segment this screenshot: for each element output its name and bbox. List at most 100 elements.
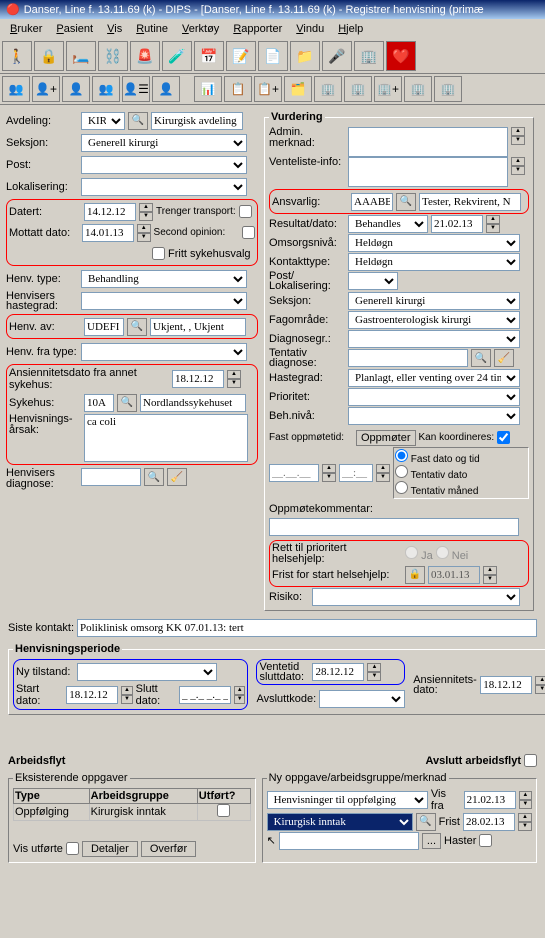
tb-lab-icon[interactable]: 🧪 [162,41,192,71]
sel-henvtype[interactable]: Behandling [81,270,247,288]
tb2-8[interactable]: 📋 [224,76,252,102]
tb2-6[interactable]: 👤 [152,76,180,102]
spin-mottatt[interactable]: ▲▼ [137,224,151,242]
inp-henvav[interactable] [84,318,124,336]
sel-henvis[interactable]: Henvisninger til oppfølging [267,791,428,809]
txt-henvav[interactable] [150,318,246,336]
btn-oppmoter[interactable]: Oppmøter [356,430,416,446]
inp-afrist[interactable] [463,813,515,831]
binoc-ansvarlig[interactable]: 🔍 [396,193,416,211]
binoc-henvav[interactable]: 🔍 [127,318,147,336]
chk-haster[interactable] [479,834,492,847]
sel-fratype[interactable] [81,343,247,361]
sel-prioritet[interactable] [348,388,520,406]
chk-trenger[interactable] [239,205,252,218]
tb2-4[interactable]: 👥 [92,76,120,102]
tb2-14[interactable]: 🏢 [404,76,432,102]
menu-vindu[interactable]: Vindu [290,21,330,37]
th3[interactable]: Utført? [197,789,250,804]
inp-diagnose[interactable] [81,468,141,486]
erase-tentdiag[interactable]: 🧹 [494,349,514,367]
binoc-tentdiag[interactable]: 🔍 [471,349,491,367]
txt-vent[interactable] [348,157,508,187]
tb2-15[interactable]: 🏢 [434,76,462,102]
inp-sykehus[interactable] [84,394,114,412]
tb2-11[interactable]: 🏢 [314,76,342,102]
sel-seksjon[interactable]: Generell kirurgi [81,134,247,152]
tb2-9[interactable]: 📋+ [254,76,282,102]
binoc-avdeling[interactable]: 🔍 [128,112,148,130]
tb2-7[interactable]: 📊 [194,76,222,102]
sel-risiko[interactable] [312,588,520,606]
spin-start[interactable]: ▲▼ [121,686,132,704]
sel-behniva[interactable] [348,407,520,425]
r1[interactable]: Fast dato og tid [395,449,527,465]
sel-avdeling[interactable]: KIR [81,112,125,130]
chk-fritt[interactable] [152,247,165,260]
sb-vent[interactable]: ▲▼ [511,157,525,175]
spin-fasttid[interactable]: ▲▼ [376,464,390,482]
inp-tentdiag[interactable] [348,349,468,367]
r-ja[interactable]: Ja [405,546,433,562]
sel-lok[interactable] [81,178,247,196]
txt-admin[interactable] [348,127,508,157]
binoc-kirinn[interactable]: 🔍 [416,813,436,831]
tb-flow-icon[interactable]: ⛓️ [98,41,128,71]
txt-arsak[interactable]: ca coli [84,414,248,462]
tb2-2[interactable]: 👤+ [32,76,60,102]
menu-rapporter[interactable]: Rapporter [227,21,288,37]
btn-more[interactable]: ... [422,833,441,849]
inp-mottatt[interactable] [82,224,134,242]
chk-kankoord[interactable] [497,431,510,444]
inp-ventetid[interactable] [312,663,364,681]
chk-avsl[interactable] [524,754,537,767]
spin-fastdato[interactable]: ▲▼ [322,464,336,482]
th1[interactable]: Type [14,789,90,804]
spin-ventetid[interactable]: ▲▼ [367,663,381,681]
txt-avdeling[interactable] [151,112,243,130]
chk-second[interactable] [242,226,255,239]
r2[interactable]: Tentativ dato [395,465,527,481]
menu-vis[interactable]: Vis [101,21,128,37]
btn-detaljer[interactable]: Detaljer [82,841,138,857]
inp-start[interactable] [66,686,118,704]
sel-post[interactable] [81,156,247,174]
tb-mic-icon[interactable]: 🎤 [322,41,352,71]
chk-visutf[interactable] [66,842,79,855]
tb-bed-icon[interactable]: 🛏️ [66,41,96,71]
sel-ny[interactable] [77,663,217,681]
menu-pasient[interactable]: Pasient [50,21,99,37]
r3[interactable]: Tentativ måned [395,481,527,497]
tb2-10[interactable]: 🗂️ [284,76,312,102]
r-nei[interactable]: Nei [436,546,469,562]
inp-resdato[interactable] [431,215,483,233]
inp-datert[interactable] [84,203,136,221]
sel-vseksjon[interactable]: Generell kirurgi [348,292,520,310]
tb-calendar-icon[interactable]: 📅 [194,41,224,71]
tb-folder-icon[interactable]: 📁 [290,41,320,71]
txt-oppkomm[interactable] [269,518,519,536]
sel-kirinn[interactable]: Kirurgisk inntak [267,813,413,831]
inp-ansvarlig[interactable] [351,193,393,211]
spin-datert[interactable]: ▲▼ [139,203,153,221]
spin-resdato[interactable]: ▲▼ [486,215,500,233]
tb-building-icon[interactable]: 🏢 [354,41,384,71]
tb2-5[interactable]: 👤☰ [122,76,150,102]
tb2-12[interactable]: 🏢 [344,76,372,102]
tb2-3[interactable]: 👤 [62,76,90,102]
sel-hastegrad[interactable] [81,292,247,310]
tb2-1[interactable]: 👥 [2,76,30,102]
tb-exit-icon[interactable]: 🚶 [2,41,32,71]
tb2-13[interactable]: 🏢+ [374,76,402,102]
th2[interactable]: Arbeidsgruppe [89,789,197,804]
erase-diagnose[interactable]: 🧹 [167,468,187,486]
inp-fastdato[interactable] [269,464,319,482]
spin-ansdato[interactable]: ▲▼ [227,370,241,388]
inp-visfra[interactable] [464,791,516,809]
sel-avslutt[interactable] [319,690,405,708]
inp-ansdato[interactable] [172,370,224,388]
inp-fasttid[interactable] [339,464,373,482]
menu-bruker[interactable]: Bruker [4,21,48,37]
sel-postlok[interactable] [348,272,398,290]
inp-ans[interactable] [480,676,532,694]
